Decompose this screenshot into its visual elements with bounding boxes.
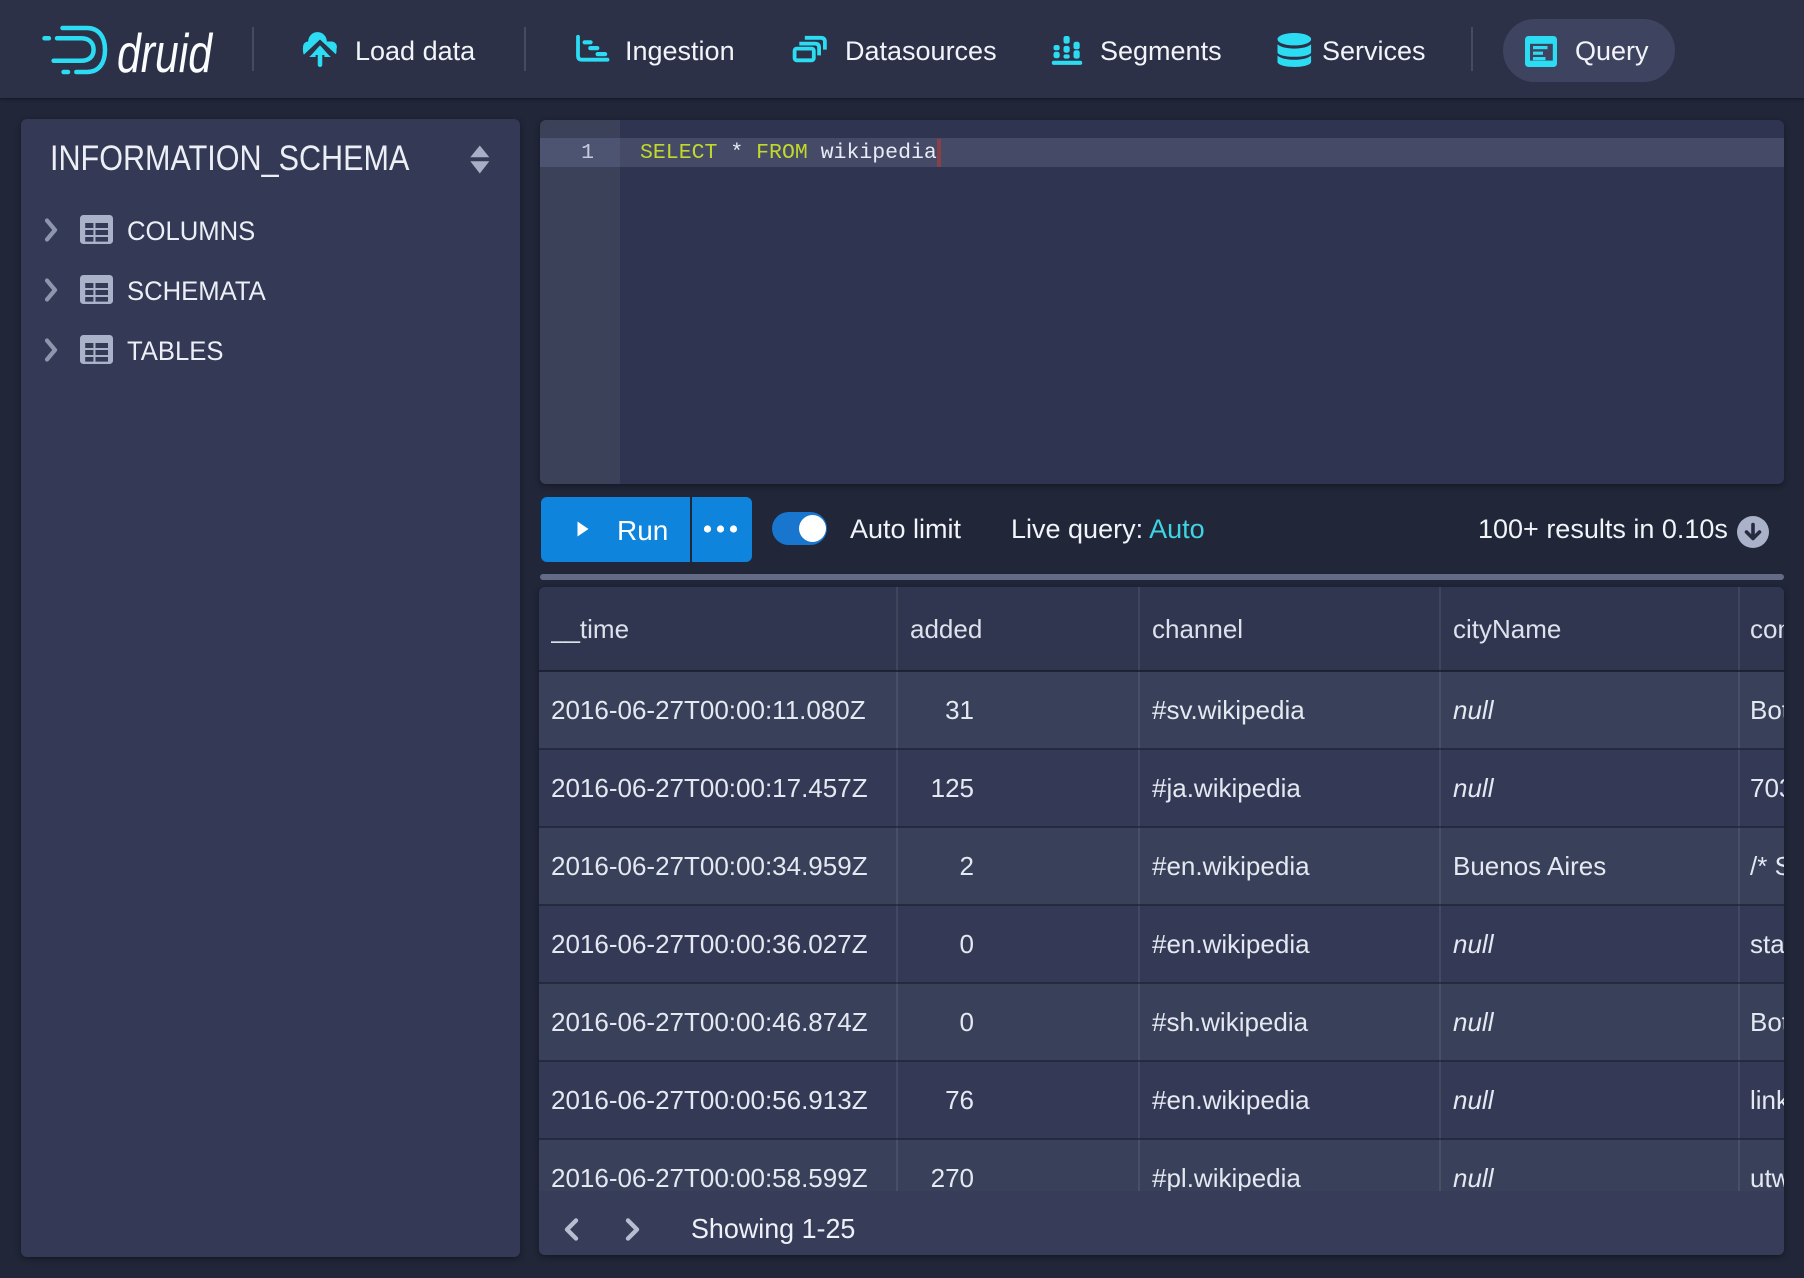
svg-text:druid: druid (117, 22, 214, 78)
